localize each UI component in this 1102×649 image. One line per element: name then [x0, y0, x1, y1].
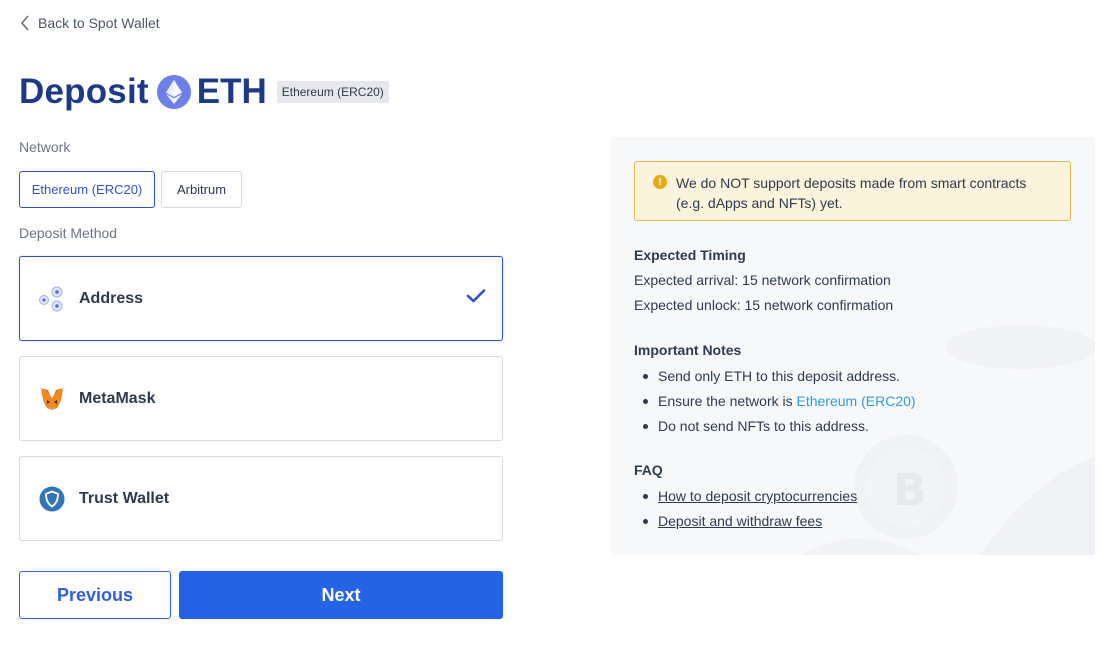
smart-contract-warning: ! We do NOT support deposits made from s…: [634, 161, 1071, 221]
next-button[interactable]: Next: [179, 571, 503, 619]
metamask-fox-icon: [38, 385, 66, 413]
deposit-method-trust-wallet-label: Trust Wallet: [79, 489, 170, 507]
deposit-method-label: Deposit Method: [19, 225, 118, 241]
list-item: How to deposit cryptocurrencies: [634, 487, 857, 512]
important-notes-heading: Important Notes: [634, 342, 742, 358]
list-item: Do not send NFTs to this address.: [634, 417, 916, 442]
important-notes-list: Send only ETH to this deposit address. E…: [634, 367, 916, 442]
list-item: Send only ETH to this deposit address.: [634, 367, 916, 392]
expected-timing-heading: Expected Timing: [634, 247, 746, 263]
back-to-spot-wallet-link[interactable]: Back to Spot Wallet: [20, 15, 160, 31]
deposit-method-address-label: Address: [79, 289, 144, 307]
list-item: Deposit and withdraw fees: [634, 512, 857, 537]
note-text: Ensure the network is: [658, 393, 797, 409]
coin-symbol: ETH: [196, 72, 267, 111]
back-link-label: Back to Spot Wallet: [38, 15, 160, 31]
previous-button[interactable]: Previous: [19, 571, 171, 619]
warning-exclamation-icon: !: [653, 175, 667, 189]
page-title-text: Deposit: [19, 72, 149, 111]
faq-heading: FAQ: [634, 462, 663, 478]
checkmark-icon: [466, 289, 486, 303]
network-link[interactable]: Ethereum (ERC20): [797, 393, 916, 409]
network-label: Network: [19, 139, 71, 155]
svg-text:B: B: [893, 465, 927, 516]
page-title: Deposit ETH Ethereum (ERC20): [19, 72, 389, 112]
network-option-arbitrum[interactable]: Arbitrum: [161, 171, 242, 208]
note-text: Do not send NFTs to this address.: [658, 418, 869, 434]
deposit-method-metamask[interactable]: MetaMask: [19, 356, 503, 441]
deposit-method-trust-wallet[interactable]: Trust Wallet: [19, 456, 503, 541]
deposit-method-metamask-label: MetaMask: [79, 389, 156, 407]
network-option-ethereum-erc20[interactable]: Ethereum (ERC20): [19, 171, 155, 208]
deposit-method-address[interactable]: Address: [19, 256, 503, 341]
warning-text: We do NOT support deposits made from sma…: [676, 175, 1027, 211]
address-icon: [38, 285, 66, 313]
faq-link-deposit-withdraw-fees[interactable]: Deposit and withdraw fees: [658, 513, 822, 529]
expected-arrival-text: Expected arrival: 15 network confirmatio…: [634, 272, 891, 288]
note-text: Send only ETH to this deposit address.: [658, 368, 901, 384]
faq-list: How to deposit cryptocurrencies Deposit …: [634, 487, 857, 537]
expected-unlock-text: Expected unlock: 15 network confirmation: [634, 297, 894, 313]
chevron-left-icon: [20, 15, 29, 31]
list-item: Ensure the network is Ethereum (ERC20): [634, 392, 916, 417]
trust-wallet-shield-icon: [38, 485, 66, 513]
deposit-info-panel: B ! We do NOT support deposits made from…: [611, 137, 1095, 555]
network-chip: Ethereum (ERC20): [276, 81, 389, 103]
faq-link-how-to-deposit[interactable]: How to deposit cryptocurrencies: [658, 488, 857, 504]
ethereum-logo-icon: [156, 75, 191, 109]
